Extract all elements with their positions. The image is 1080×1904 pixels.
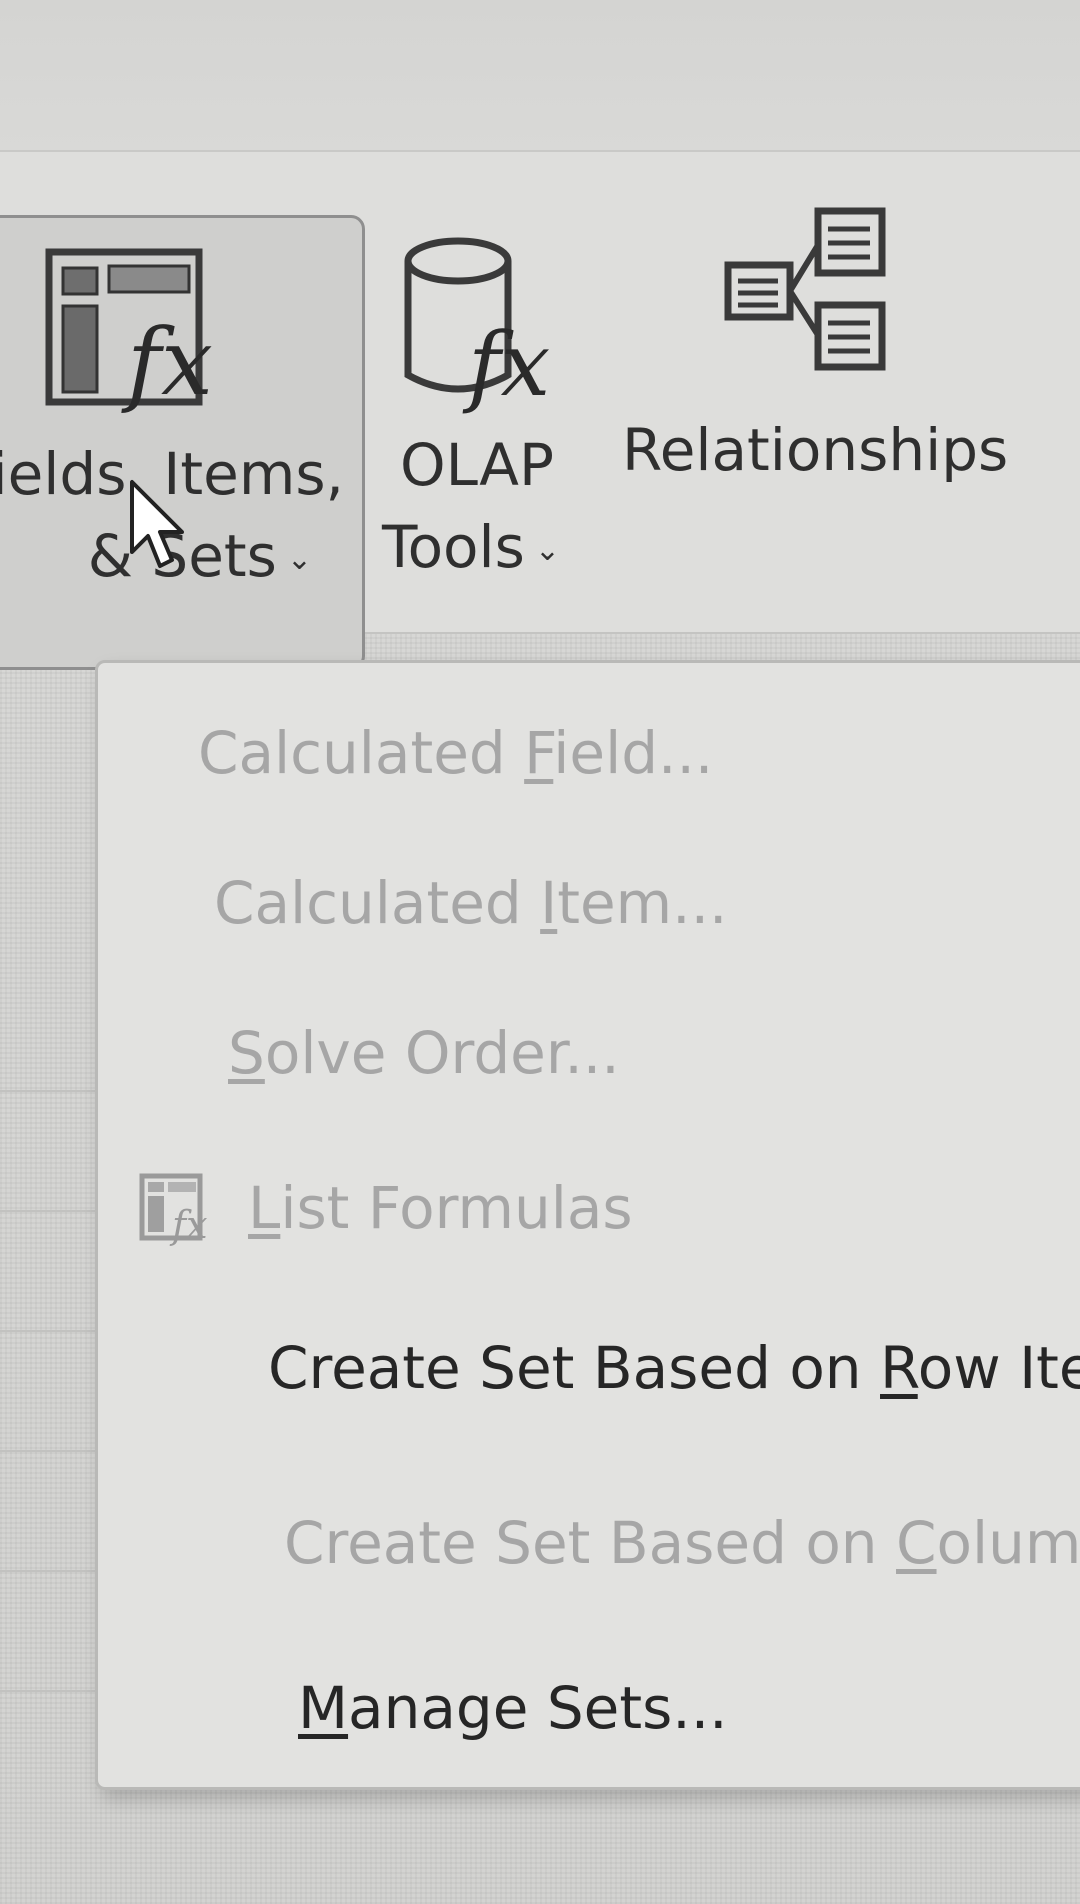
menu-item-label: Create Set Based on Row Item — [268, 1328, 1080, 1408]
sheet-gridline — [0, 1210, 100, 1212]
fields-items-sets-icon: fx — [45, 248, 213, 416]
menu-item-label: Calculated Field... — [198, 713, 713, 793]
sheet-gridline — [0, 1090, 100, 1092]
menu-item-accelerator-key: S — [228, 1019, 265, 1087]
screen: fx ields, Items, & Sets ⌄ fx OLAP Tools ⌄ — [0, 0, 1080, 1904]
svg-text:fx: fx — [169, 1203, 208, 1247]
menu-item-label-text: olumn I — [936, 1509, 1080, 1577]
relationships-label: Relationships — [622, 416, 1009, 484]
sheet-gridline — [0, 1450, 100, 1452]
menu-item-accelerator-key: F — [524, 719, 554, 787]
menu-item[interactable]: Create Set Based on Row Item — [98, 1308, 1080, 1428]
menu-item[interactable]: Manage Sets... — [98, 1648, 1080, 1768]
menu-item-label-text: Create Set Based on — [284, 1509, 897, 1577]
menu-item-accelerator-key: C — [896, 1509, 937, 1577]
menu-item-accelerator-key: L — [248, 1174, 281, 1242]
menu-item-label: Manage Sets... — [298, 1668, 728, 1748]
menu-item-label-text: Create Set Based on — [268, 1334, 881, 1402]
menu-item-label-text: olve Order... — [264, 1019, 620, 1087]
menu-item-accelerator-key: M — [298, 1674, 349, 1742]
olap-tools-button[interactable]: fx OLAP Tools ⌄ — [370, 215, 580, 605]
olap-cylinder-fx-icon: fx — [404, 237, 550, 415]
menu-item-label: Calculated Item... — [214, 863, 727, 943]
menu-item[interactable]: Solve Order... — [98, 993, 1080, 1113]
menu-item-label-text: anage Sets... — [348, 1674, 728, 1742]
relationships-icon — [724, 207, 886, 371]
olap-label-line1: OLAP — [400, 431, 554, 499]
menu-item-accelerator-key: I — [540, 869, 558, 937]
menu-item[interactable]: Calculated Item... — [98, 843, 1080, 963]
list-formulas-icon: fx — [139, 1173, 208, 1247]
menu-item[interactable]: Calculated Field... — [98, 693, 1080, 813]
sheet-gridline — [0, 1570, 100, 1572]
olap-label-line2: Tools — [382, 513, 525, 581]
menu-item-label-text: tem... — [557, 869, 728, 937]
menu-item-label-text: Calculated — [214, 869, 541, 937]
fields-items-sets-dropdown-menu: Calculated Field... Calculated Item... Sol… — [95, 660, 1080, 1790]
mouse-pointer-icon — [130, 480, 184, 568]
menu-item-label: Create Set Based on Column I — [284, 1503, 1080, 1583]
menu-item[interactable]: fx List Formulas — [98, 1148, 1080, 1268]
svg-text:fx: fx — [121, 309, 213, 416]
menu-item-label-text: ow Item — [917, 1334, 1080, 1402]
relationships-button[interactable]: Relationships — [610, 200, 1010, 530]
sheet-gridline — [0, 1690, 100, 1692]
fields-items-sets-button[interactable]: fx ields, Items, & Sets ⌄ — [0, 215, 365, 670]
menu-item-accelerator-key: R — [880, 1334, 918, 1402]
title-area — [0, 0, 1080, 150]
menu-item-label-text: ield... — [553, 719, 714, 787]
menu-item-label: List Formulas — [248, 1168, 633, 1248]
menu-item[interactable]: Create Set Based on Column I — [98, 1483, 1080, 1603]
chevron-down-icon: ⌄ — [286, 541, 312, 577]
menu-item-label-text: ist Formulas — [280, 1174, 633, 1242]
chevron-down-icon: ⌄ — [534, 532, 561, 568]
menu-item-label-text: Calculated — [198, 719, 525, 787]
menu-item-label: Solve Order... — [228, 1013, 620, 1093]
sheet-gridline — [0, 1330, 100, 1332]
svg-text:fx: fx — [462, 313, 550, 415]
